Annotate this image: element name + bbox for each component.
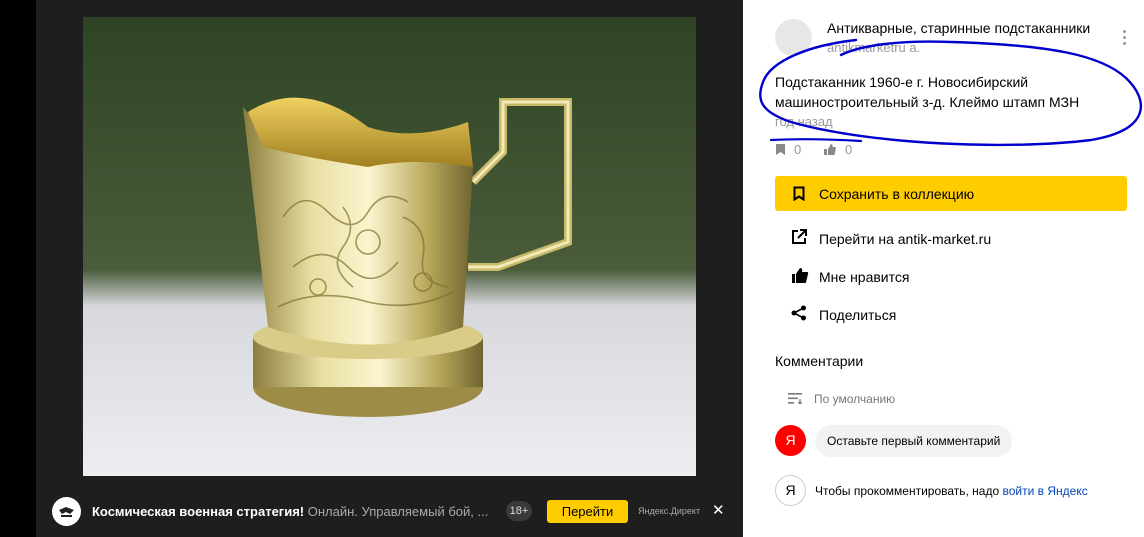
visit-site-label: Перейти на antik-market.ru	[819, 231, 992, 247]
author-name[interactable]: Антикварные, старинные подстаканники	[827, 20, 1090, 36]
avatar[interactable]	[775, 19, 812, 56]
author-handle[interactable]: antikmarketru a.	[827, 40, 920, 55]
yandex-logo-avatar: Я	[775, 475, 806, 506]
card-timestamp: год назад	[775, 114, 833, 129]
login-link[interactable]: войти в Яндекс	[1003, 484, 1088, 498]
ad-subtitle: Онлайн. Управляемый бой, ...	[307, 504, 489, 519]
likes-count: 0	[845, 142, 853, 157]
like-icon	[824, 144, 836, 155]
login-prompt-text: Чтобы прокомментировать, надо	[815, 484, 1000, 498]
ad-text: Космическая военная стратегия! Онлайн. У…	[92, 504, 488, 519]
kebab-menu-icon[interactable]	[1123, 30, 1127, 48]
save-to-collection-button[interactable]: Сохранить в коллекцию	[775, 176, 1127, 211]
sort-icon	[788, 393, 803, 404]
ad-logo	[52, 497, 81, 526]
login-prompt: Чтобы прокомментировать, надо войти в Ян…	[815, 484, 1088, 498]
share-button[interactable]: Поделиться	[775, 299, 1127, 329]
like-label: Мне нравится	[819, 269, 910, 285]
card-info-panel: Антикварные, старинные подстаканники ant…	[743, 0, 1144, 537]
age-rating-badge: 18+	[506, 501, 532, 521]
comment-input[interactable]: Оставьте первый комментарий	[815, 425, 1013, 457]
share-icon	[791, 305, 806, 321]
ad-title: Космическая военная стратегия!	[92, 504, 305, 519]
like-button[interactable]: Мне нравится	[775, 261, 1127, 291]
sort-label: По умолчанию	[814, 392, 896, 406]
share-label: Поделиться	[819, 307, 897, 323]
user-avatar: Я	[775, 425, 806, 456]
visit-site-button[interactable]: Перейти на antik-market.ru	[775, 223, 1127, 253]
collections-count: 0	[794, 142, 802, 157]
save-button-label: Сохранить в коллекцию	[819, 186, 975, 202]
comments-heading: Комментарии	[775, 353, 864, 369]
ad-source-label: Яндекс.Директ	[638, 506, 701, 516]
bookmark-icon	[793, 186, 805, 201]
image-viewer: Космическая военная стратегия! Онлайн. У…	[36, 0, 743, 537]
thumb-up-icon	[792, 268, 809, 283]
product-photo[interactable]	[83, 17, 696, 476]
likes-stat: 0	[823, 142, 852, 157]
bookmark-icon	[776, 144, 785, 155]
card-description: Подстаканник 1960-е г. Новосибирский маш…	[775, 74, 1080, 110]
external-link-icon	[792, 229, 807, 244]
close-icon[interactable]: ✕	[712, 501, 725, 519]
collections-stat: 0	[775, 142, 801, 157]
tea-glass-holder-image	[83, 17, 696, 476]
ad-go-button[interactable]: Перейти	[547, 500, 628, 523]
ad-banner[interactable]: Космическая военная стратегия! Онлайн. У…	[36, 486, 743, 537]
